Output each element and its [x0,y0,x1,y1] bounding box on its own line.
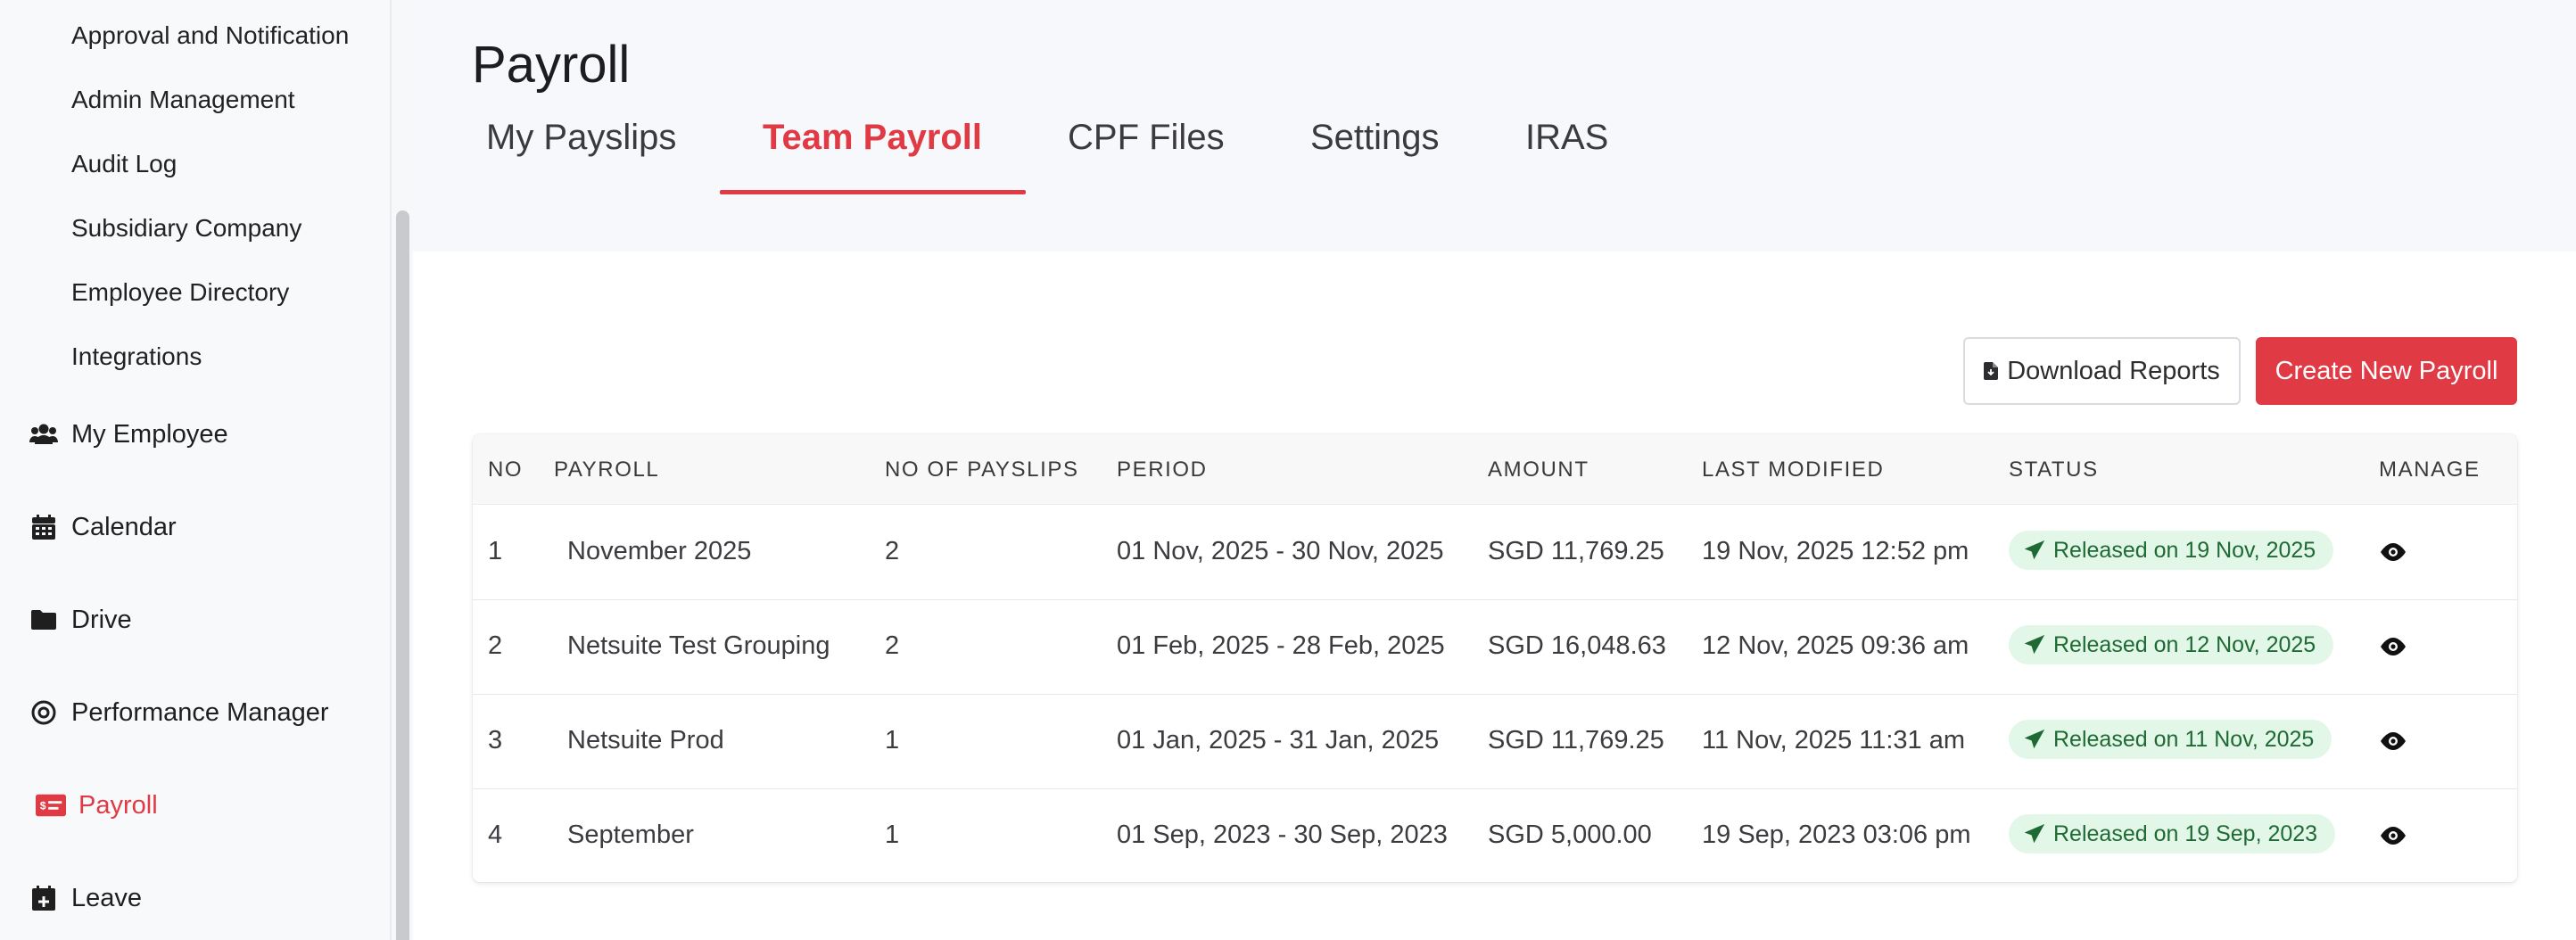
sidebar-scrollbar-thumb[interactable] [396,210,409,940]
status-badge: Released on 19 Nov, 2025 [2009,531,2334,570]
view-eye-icon[interactable] [2378,728,2408,754]
table-row[interactable]: 4 September 1 01 Sep, 2023 - 30 Sep, 202… [473,789,2517,882]
paper-plane-icon [2025,730,2044,749]
tab-cpf-files[interactable]: CPF Files [1068,112,1225,162]
sidebar-item-audit-log[interactable]: Audit Log [71,146,177,182]
row-amount: SGD 11,769.25 [1488,726,1664,754]
row-no: 3 [488,726,503,754]
status-badge: Released on 12 Nov, 2025 [2009,625,2334,664]
download-reports-label: Download Reports [2007,356,2220,385]
row-no: 4 [488,820,503,849]
column-header-manage: MANAGE [2379,458,2481,482]
row-no: 2 [488,631,503,660]
paper-plane-icon [2025,824,2044,844]
row-last-modified: 12 Nov, 2025 09:36 am [1702,631,1969,660]
table-row[interactable]: 1 November 2025 2 01 Nov, 2025 - 30 Nov,… [473,506,2517,600]
status-text: Released on 12 Nov, 2025 [2053,631,2316,657]
sidebar-item-leave[interactable]: Leave [29,878,142,918]
row-payroll-name[interactable]: Netsuite Test Grouping [567,631,830,661]
row-amount: SGD 11,769.25 [1488,537,1664,565]
column-header-status: STATUS [2009,458,2099,482]
row-payslip-count: 2 [885,537,900,565]
table-row[interactable]: 2 Netsuite Test Grouping 2 01 Feb, 2025 … [473,600,2517,695]
row-period: 01 Jan, 2025 - 31 Jan, 2025 [1117,726,1440,754]
view-eye-icon[interactable] [2378,633,2408,660]
download-reports-button[interactable]: Download Reports [1963,337,2241,405]
row-last-modified: 11 Nov, 2025 11:31 am [1702,726,1966,754]
sidebar-item-label: Drive [71,605,132,634]
sidebar-item-label: Performance Manager [71,697,329,727]
sidebar-item-label: Leave [71,883,143,912]
sidebar-item-payroll[interactable]: $ Payroll [36,786,158,825]
row-no: 1 [488,537,503,565]
sidebar-item-label: Calendar [71,512,177,541]
svg-text:$: $ [40,800,46,812]
status-badge: Released on 19 Sep, 2023 [2009,814,2336,853]
view-eye-icon[interactable] [2378,539,2408,565]
row-amount: SGD 16,048.63 [1488,631,1666,660]
sidebar: Approval and Notification Admin Manageme… [0,0,390,940]
column-header-no: NO [488,458,524,482]
row-amount: SGD 5,000.00 [1488,820,1652,849]
column-header-amount: AMOUNT [1488,458,1589,482]
table-row[interactable]: 3 Netsuite Prod 1 01 Jan, 2025 - 31 Jan,… [473,695,2517,789]
sidebar-item-my-employee[interactable]: My Employee [29,415,228,454]
table-header: NO PAYROLL NO OF PAYSLIPS PERIOD AMOUNT … [473,434,2517,505]
status-badge: Released on 11 Nov, 2025 [2009,720,2332,759]
active-tab-indicator [720,190,1026,194]
row-payslip-count: 1 [885,726,900,754]
sidebar-item-label: Payroll [78,790,158,820]
create-new-payroll-button[interactable]: Create New Payroll [2256,337,2517,405]
status-text: Released on 19 Sep, 2023 [2053,820,2318,846]
sidebar-item-label: My Employee [71,419,228,449]
status-text: Released on 19 Nov, 2025 [2053,537,2316,563]
calendar-icon [29,512,59,542]
payroll-card-icon: $ [36,790,66,820]
file-download-icon [1984,362,1999,380]
column-header-last-modified: LAST MODIFIED [1702,458,1885,482]
row-payslip-count: 1 [885,820,900,849]
users-icon [29,419,59,449]
sidebar-item-approval-notification[interactable]: Approval and Notification [71,18,349,54]
sidebar-item-employee-directory[interactable]: Employee Directory [71,275,289,310]
calendar-plus-icon [29,883,59,913]
row-period: 01 Nov, 2025 - 30 Nov, 2025 [1117,537,1444,565]
column-header-payroll: PAYROLL [554,458,660,482]
tab-team-payroll[interactable]: Team Payroll [763,112,982,162]
sidebar-item-drive[interactable]: Drive [29,600,132,639]
column-header-no-of-payslips: NO OF PAYSLIPS [885,458,1079,482]
sidebar-item-calendar[interactable]: Calendar [29,507,177,547]
row-period: 01 Sep, 2023 - 30 Sep, 2023 [1117,820,1448,849]
status-text: Released on 11 Nov, 2025 [2053,726,2315,752]
sidebar-item-integrations[interactable]: Integrations [71,339,202,375]
row-payroll-name[interactable]: November 2025 [567,537,751,566]
page-header [413,0,2576,251]
row-last-modified: 19 Nov, 2025 12:52 pm [1702,537,1969,565]
sidebar-item-performance-manager[interactable]: Performance Manager [29,693,329,732]
tab-my-payslips[interactable]: My Payslips [486,112,676,162]
paper-plane-icon [2025,635,2044,655]
row-payroll-name[interactable]: Netsuite Prod [567,726,724,755]
paper-plane-icon [2025,540,2044,560]
folder-icon [29,605,59,635]
target-icon [29,697,59,728]
sidebar-item-subsidiary-company[interactable]: Subsidiary Company [71,210,301,246]
tab-iras[interactable]: IRAS [1525,112,1608,162]
sidebar-item-admin-management[interactable]: Admin Management [71,82,295,118]
column-header-period: PERIOD [1117,458,1208,482]
page-title: Payroll [472,36,631,94]
view-eye-icon[interactable] [2378,822,2408,849]
row-period: 01 Feb, 2025 - 28 Feb, 2025 [1117,631,1445,660]
row-payroll-name[interactable]: September [567,820,694,850]
tab-settings[interactable]: Settings [1310,112,1440,162]
row-last-modified: 19 Sep, 2023 03:06 pm [1702,820,1971,849]
row-payslip-count: 2 [885,631,900,660]
payroll-table: NO PAYROLL NO OF PAYSLIPS PERIOD AMOUNT … [473,434,2517,882]
